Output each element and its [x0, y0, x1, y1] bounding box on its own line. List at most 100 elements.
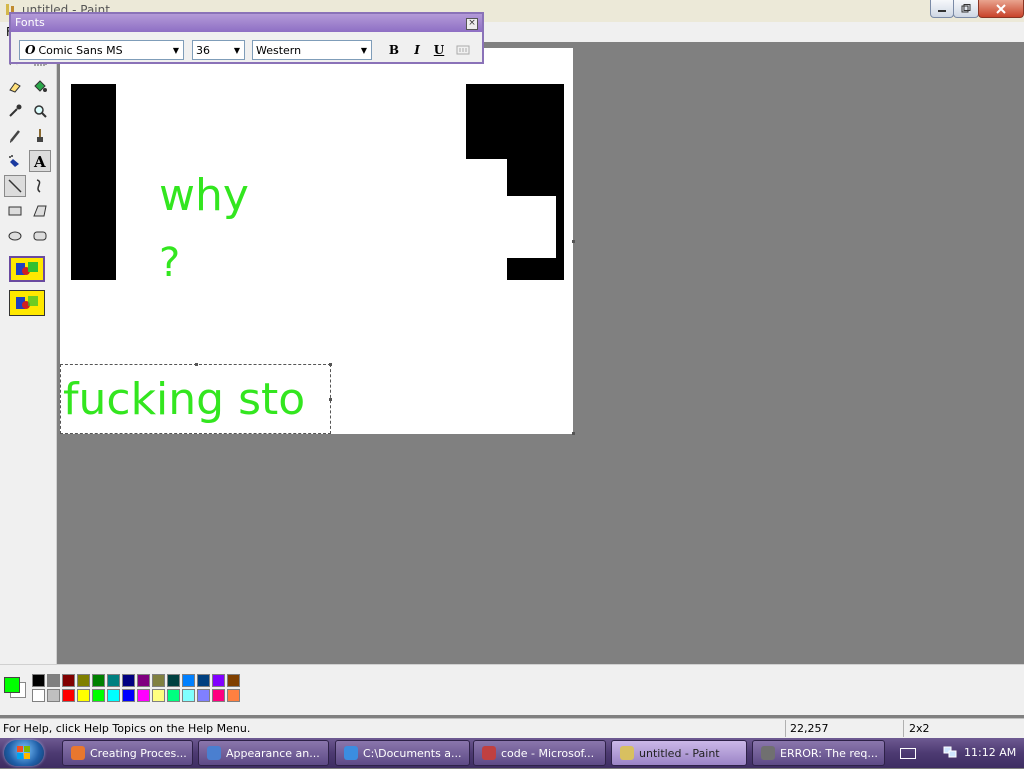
palette-swatch[interactable]	[32, 689, 45, 702]
taskbar-item-appearance[interactable]: Appearance an...	[198, 740, 329, 766]
black-bar-left	[71, 84, 116, 280]
fill-tool[interactable]	[29, 75, 51, 97]
close-button[interactable]	[978, 0, 1024, 18]
application-icon	[761, 746, 775, 760]
brush-icon	[37, 129, 43, 142]
palette-swatch[interactable]	[167, 674, 180, 687]
resize-handle-top-right[interactable]	[329, 363, 332, 366]
magnifier-icon	[34, 105, 47, 118]
palette-swatch[interactable]	[122, 689, 135, 702]
airbrush-tool[interactable]	[4, 150, 26, 172]
black-block-right-mid	[507, 156, 564, 196]
palette-swatch[interactable]	[227, 689, 240, 702]
palette-swatch[interactable]	[212, 674, 225, 687]
fonts-toolbar-title: Fonts	[15, 16, 45, 29]
taskbar-item-paint[interactable]: untitled - Paint	[611, 740, 747, 766]
palette-swatch[interactable]	[107, 689, 120, 702]
palette-swatch[interactable]	[197, 689, 210, 702]
black-block-top-right	[466, 84, 564, 159]
resize-handle-right[interactable]	[329, 398, 332, 401]
pick-color-tool[interactable]	[4, 100, 26, 122]
pencil-tool[interactable]	[4, 125, 26, 147]
taskbar-item-label: code - Microsof...	[501, 746, 595, 760]
palette-swatch[interactable]	[137, 674, 150, 687]
palette-swatch[interactable]	[107, 674, 120, 687]
brush-tool[interactable]	[29, 125, 51, 147]
restore-icon	[961, 4, 971, 13]
transparent-background-option[interactable]	[9, 290, 45, 316]
current-colors-indicator	[2, 674, 28, 700]
fonts-toolbar: Fonts × O Comic Sans MS ▼ 36 ▼ Western ▼…	[9, 12, 484, 64]
palette-swatch[interactable]	[197, 674, 210, 687]
taskbar-item-label: untitled - Paint	[639, 746, 720, 760]
minimize-button[interactable]	[930, 0, 954, 18]
svg-text:A: A	[33, 153, 46, 169]
firefox-icon	[71, 746, 85, 760]
palette-swatch[interactable]	[32, 674, 45, 687]
palette-swatch[interactable]	[137, 689, 150, 702]
font-script-value: Western	[256, 43, 302, 57]
rectangle-icon	[8, 206, 22, 216]
palette-swatch[interactable]	[152, 674, 165, 687]
taskbar-item-label: Creating Proces...	[90, 746, 187, 760]
palette-swatch[interactable]	[47, 674, 60, 687]
palette-swatch[interactable]	[212, 689, 225, 702]
curve-tool[interactable]	[29, 175, 51, 197]
font-name-dropdown[interactable]: O Comic Sans MS ▼	[19, 40, 184, 60]
internet-explorer-icon	[344, 746, 358, 760]
start-button[interactable]	[4, 740, 44, 766]
ellipse-tool[interactable]	[4, 225, 26, 247]
control-panel-icon	[207, 746, 221, 760]
palette-swatch[interactable]	[92, 689, 105, 702]
rounded-rectangle-icon	[33, 231, 47, 241]
magnifier-tool[interactable]	[29, 100, 51, 122]
palette-swatch[interactable]	[182, 674, 195, 687]
cursor-coordinates: 22,257	[790, 722, 829, 735]
taskbar-item-label: Appearance an...	[226, 746, 320, 760]
rounded-rectangle-tool[interactable]	[29, 225, 51, 247]
line-tool[interactable]	[4, 175, 26, 197]
polygon-tool[interactable]	[29, 200, 51, 222]
resize-handle-top[interactable]	[195, 363, 198, 366]
palette-swatch[interactable]	[122, 674, 135, 687]
underline-button[interactable]: U	[430, 42, 448, 58]
taskbar-item-code[interactable]: code - Microsof...	[473, 740, 606, 766]
palette-swatch[interactable]	[62, 689, 75, 702]
palette-swatch[interactable]	[47, 689, 60, 702]
palette-swatch[interactable]	[77, 674, 90, 687]
system-clock[interactable]: 11:12 AM	[964, 746, 1016, 759]
font-script-dropdown[interactable]: Western ▼	[252, 40, 372, 60]
text-input-box[interactable]: fucking sto	[60, 363, 332, 434]
taskbar-item-label: C:\Documents a...	[363, 746, 462, 760]
eraser-tool[interactable]	[4, 75, 26, 97]
taskbar-item-explorer[interactable]: C:\Documents a...	[335, 740, 470, 766]
fonts-toolbar-titlebar[interactable]: Fonts ×	[11, 14, 482, 32]
canvas-resize-handle-corner[interactable]	[572, 432, 575, 435]
palette-swatch[interactable]	[92, 674, 105, 687]
keyboard-icon[interactable]	[900, 748, 916, 759]
canvas-text-why: why	[159, 170, 249, 221]
taskbar-item-error[interactable]: ERROR: The req...	[752, 740, 885, 766]
palette-swatch[interactable]	[152, 689, 165, 702]
taskbar-item-firefox[interactable]: Creating Proces...	[62, 740, 193, 766]
palette-swatch[interactable]	[227, 674, 240, 687]
fonts-toolbar-close-button[interactable]: ×	[466, 18, 478, 30]
opaque-background-option[interactable]	[9, 256, 45, 282]
canvas-resize-handle-right[interactable]	[572, 240, 575, 243]
rectangle-tool[interactable]	[4, 200, 26, 222]
transparent-shapes-icon	[16, 296, 38, 309]
palette-swatch[interactable]	[167, 689, 180, 702]
airbrush-icon	[9, 155, 19, 167]
restore-button[interactable]	[953, 0, 979, 18]
vertical-text-button[interactable]	[454, 42, 472, 58]
palette-swatch[interactable]	[62, 674, 75, 687]
palette-swatch[interactable]	[77, 689, 90, 702]
palette-swatch[interactable]	[182, 689, 195, 702]
font-size-dropdown[interactable]: 36 ▼	[192, 40, 245, 60]
bold-button[interactable]: B	[385, 42, 403, 58]
status-help-text: For Help, click Help Topics on the Help …	[3, 722, 251, 735]
taskbar-item-label: ERROR: The req...	[780, 746, 878, 760]
network-icon[interactable]	[942, 745, 958, 762]
italic-button[interactable]: I	[408, 42, 426, 58]
text-tool[interactable]: A	[29, 150, 51, 172]
